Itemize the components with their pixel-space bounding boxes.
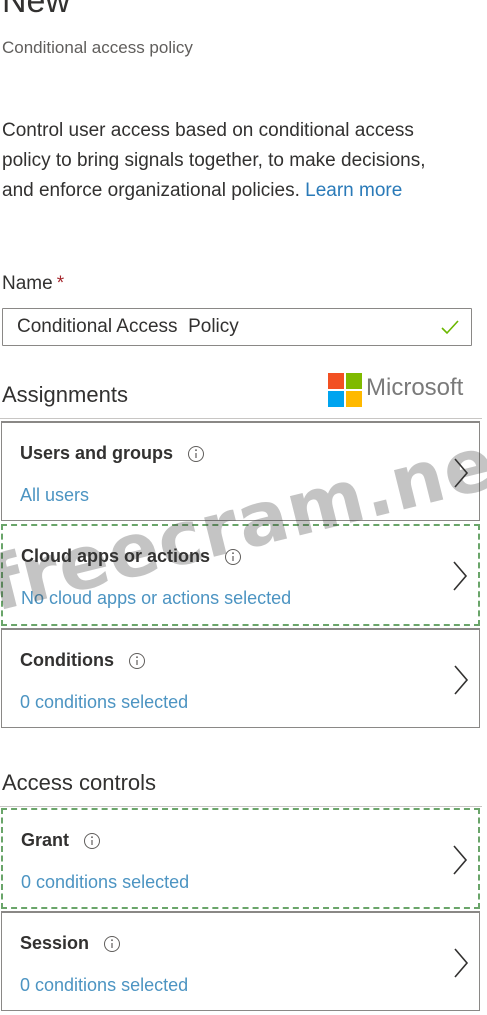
chevron-right-icon [453,845,468,875]
name-input[interactable] [3,309,433,345]
microsoft-logo [328,373,362,407]
card-value: No cloud apps or actions selected [21,588,292,608]
page-subtitle: Conditional access policy [2,38,193,57]
chevron-right-icon [454,458,469,488]
microsoft-logo-text: Microsoft [366,374,464,401]
policy-description: Control user access based on conditional… [2,116,452,206]
card-title: Users and groups [20,443,205,464]
info-icon[interactable] [103,935,121,953]
access-controls-divider [0,806,482,807]
name-label: Name * [2,273,64,295]
card-value: 0 conditions selected [21,872,190,892]
learn-more-link[interactable]: Learn more [305,180,402,201]
assignments-heading: Assignments [2,382,128,407]
card-title: Session [20,933,121,954]
chevron-right-icon [454,948,469,978]
assignments-divider [0,418,482,419]
info-icon[interactable] [187,445,205,463]
conditions-card[interactable]: Conditions 0 conditions selected [1,628,480,728]
card-title: Cloud apps or actions [21,546,242,567]
users-and-groups-card[interactable]: Users and groups All users [1,421,480,521]
card-value: All users [20,485,90,505]
page-title: New [2,0,71,20]
card-value: 0 conditions selected [20,692,189,712]
grant-card[interactable]: Grant 0 conditions selected [1,808,480,909]
session-card[interactable]: Session 0 conditions selected [1,911,480,1011]
info-icon[interactable] [83,832,101,850]
chevron-right-icon [453,561,468,591]
info-icon[interactable] [128,652,146,670]
chevron-right-icon [454,665,469,695]
card-value: 0 conditions selected [20,975,189,995]
name-field[interactable] [2,308,472,346]
checkmark-icon [441,320,459,335]
info-icon[interactable] [224,548,242,566]
access-controls-heading: Access controls [2,770,157,795]
name-label-text: Name [2,273,53,294]
required-marker: * [56,273,65,294]
card-title: Grant [21,830,101,851]
cloud-apps-card[interactable]: Cloud apps or actions No cloud apps or a… [1,524,480,626]
card-title: Conditions [20,650,146,671]
